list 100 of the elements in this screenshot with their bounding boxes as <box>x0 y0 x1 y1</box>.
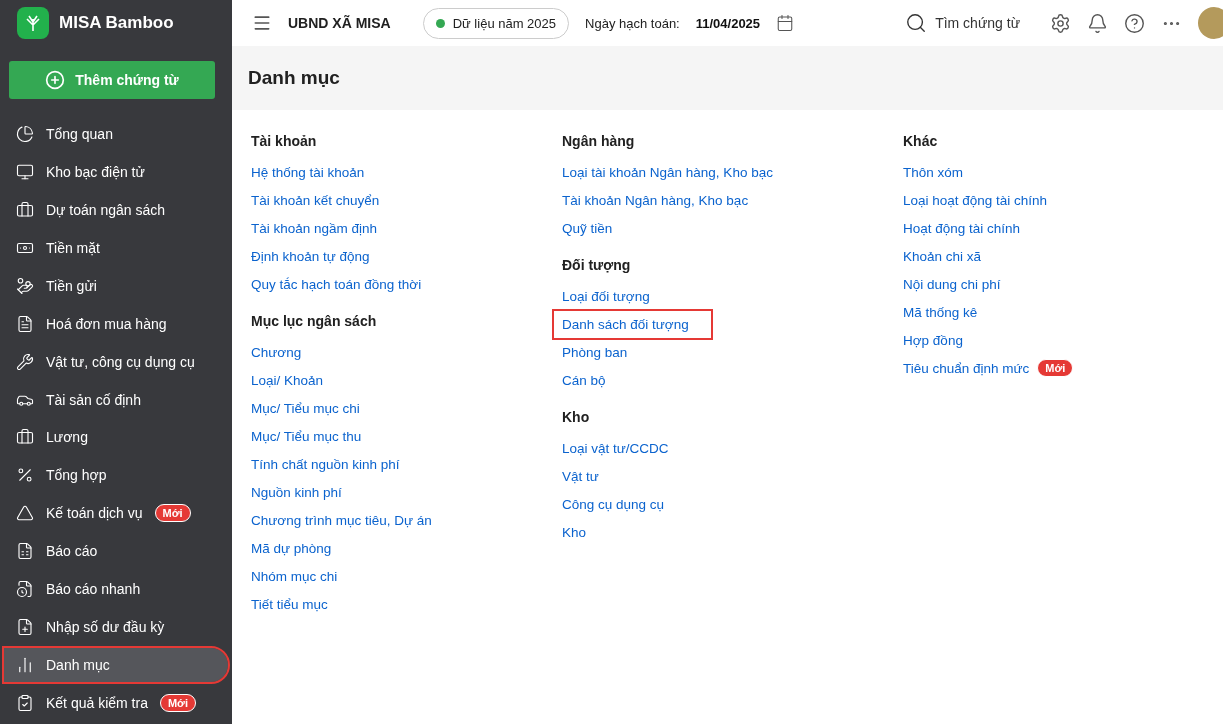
new-badge: Mới <box>159 694 196 713</box>
section-heading: Khác <box>903 132 939 151</box>
catalog-link[interactable]: Vật tư <box>562 464 599 488</box>
sidebar-item[interactable]: Hoá đơn mua hàng <box>4 306 228 341</box>
menu-item-icon <box>16 352 34 371</box>
catalog-link[interactable]: Mã thống kê <box>903 300 978 324</box>
menu-item-icon <box>16 504 34 523</box>
catalog-link[interactable]: Kho <box>562 520 587 544</box>
sidebar-item[interactable]: Tiền gửi <box>4 268 228 303</box>
catalog-link[interactable]: Loại vật tư/CCDC <box>562 436 669 460</box>
menu-item-icon <box>16 314 34 333</box>
sidebar-item-label: Kế toán dịch vụ <box>46 505 143 522</box>
sidebar-item-label: Tài sản cố định <box>46 391 141 408</box>
catalog-link[interactable]: Tài khoản kết chuyển <box>251 188 380 212</box>
sidebar-item-label: Kho bạc điện tử <box>46 163 145 180</box>
menu-item-icon <box>16 162 34 181</box>
sidebar-item[interactable]: Tổng quan <box>4 116 228 151</box>
catalog-link[interactable]: Loại tài khoản Ngân hàng, Kho bạc <box>562 160 773 184</box>
catalog-link[interactable]: Danh sách đối tượng <box>554 310 711 338</box>
menu-item-icon <box>16 618 34 637</box>
sidebar-item-label: Vật tư, công cụ dụng cụ <box>46 353 195 370</box>
catalog-link[interactable]: Mục/ Tiểu mục thu <box>251 424 362 448</box>
section-heading: Đối tượng <box>562 256 632 275</box>
sidebar-item-label: Tiền gửi <box>46 277 97 294</box>
catalog-link[interactable]: Công cụ dụng cụ <box>562 492 665 516</box>
menu-item-icon <box>16 656 34 675</box>
sidebar-item-label: Dự toán ngân sách <box>46 201 166 218</box>
catalog-link[interactable]: Nguồn kinh phí <box>251 480 342 504</box>
catalog-link[interactable]: Phòng ban <box>562 340 628 364</box>
sidebar-item-label: Tiền mặt <box>46 239 100 256</box>
posting-date[interactable]: 11/04/2025 <box>695 15 761 31</box>
add-voucher-button[interactable]: Thêm chứng từ <box>9 60 215 99</box>
catalog-link[interactable]: Định khoản tự động <box>251 244 370 268</box>
new-badge: Mới <box>1037 359 1074 377</box>
sidebar-item[interactable]: Vật tư, công cụ dụng cụ <box>4 344 228 379</box>
catalog-link[interactable]: Hợp đồng <box>903 328 963 352</box>
catalog-link[interactable]: Chương <box>251 340 302 364</box>
sidebar-item-label: Hoá đơn mua hàng <box>46 315 167 332</box>
sidebar-item-label: Lương <box>46 429 88 446</box>
sidebar-item[interactable]: Kế toán dịch vụ Mới <box>4 496 228 531</box>
search-field[interactable]: Tìm chứng từ <box>905 12 1020 34</box>
section-heading: Tài khoản <box>251 132 318 151</box>
notification-bell-icon[interactable] <box>1087 12 1108 34</box>
sidebar-item[interactable]: Báo cáo nhanh <box>4 572 228 607</box>
catalog-link[interactable]: Nội dung chi phí <box>903 272 1001 296</box>
menu-item-icon <box>16 694 34 713</box>
catalog-link[interactable]: Loại đối tượng <box>562 284 650 308</box>
bamboo-logo-icon <box>17 6 49 39</box>
catalog-link[interactable]: Khoản chi xã <box>903 244 982 268</box>
catalog-link[interactable]: Chương trình mục tiêu, Dự án <box>251 508 432 532</box>
catalog-link[interactable]: Tài khoản Ngân hàng, Kho bạc <box>562 188 749 212</box>
sidebar-item-label: Tổng hợp <box>46 467 107 484</box>
sidebar-item-label: Tổng quan <box>46 125 113 142</box>
sidebar-item[interactable]: Dự toán ngân sách <box>4 192 228 227</box>
catalog-link[interactable]: Tài khoản ngầm định <box>251 216 378 240</box>
menu-item-icon <box>16 428 34 447</box>
page-title: Danh mục <box>248 67 340 89</box>
sidebar-item-label: Danh mục <box>46 657 110 674</box>
organization-name: UBND XÃ MISA <box>288 15 391 31</box>
catalog-link[interactable]: Mục/ Tiểu mục chi <box>251 396 360 420</box>
app-name: MISA Bamboo <box>59 12 174 33</box>
catalog-link[interactable]: Tính chất nguồn kinh phí <box>251 452 400 476</box>
catalog-link[interactable]: Quy tắc hạch toán đồng thời <box>251 272 422 296</box>
sidebar-item[interactable]: Tiền mặt <box>4 230 228 265</box>
catalog-link[interactable]: Tiêu chuẩn định mức <box>903 356 1030 380</box>
section-heading: Kho <box>562 408 591 427</box>
plus-circle-icon <box>45 69 66 90</box>
new-badge: Mới <box>154 504 191 523</box>
catalog-link[interactable]: Tiết tiểu mục <box>251 592 328 616</box>
catalog-link[interactable]: Thôn xóm <box>903 160 964 184</box>
menu-item-icon <box>16 542 34 561</box>
calendar-icon[interactable] <box>776 14 795 32</box>
sidebar-item[interactable]: Nhập số dư đầu kỳ <box>4 610 228 645</box>
help-icon[interactable] <box>1124 12 1145 34</box>
sidebar-item[interactable]: Tổng hợp <box>4 458 228 493</box>
sidebar-item[interactable]: Danh mục <box>4 648 228 683</box>
menu-button[interactable] <box>252 13 272 33</box>
catalog-link[interactable]: Cán bộ <box>562 368 606 392</box>
sidebar-item[interactable]: Báo cáo <box>4 534 228 569</box>
settings-icon[interactable] <box>1050 12 1071 34</box>
catalog-link[interactable]: Loại hoạt động tài chính <box>903 188 1048 212</box>
menu-item-icon <box>16 466 34 485</box>
sidebar-item[interactable]: Kho bạc điện tử <box>4 154 228 189</box>
sidebar-item[interactable]: Kết quả kiểm tra Mới <box>4 686 228 721</box>
sidebar-item[interactable]: Lương <box>4 420 228 455</box>
sidebar-item-label: Nhập số dư đầu kỳ <box>46 619 165 636</box>
catalog-link[interactable]: Nhóm mục chi <box>251 564 338 588</box>
catalog-link[interactable]: Loại/ Khoản <box>251 368 324 392</box>
avatar[interactable] <box>1198 7 1223 39</box>
menu-item-icon <box>16 276 34 295</box>
catalog-link[interactable]: Hệ thống tài khoản <box>251 160 365 184</box>
search-icon <box>905 12 928 34</box>
catalog-link[interactable]: Hoạt động tài chính <box>903 216 1021 240</box>
sidebar-item-label: Báo cáo <box>46 543 98 560</box>
catalog-link[interactable]: Mã dự phòng <box>251 536 332 560</box>
menu-item-icon <box>16 200 34 219</box>
sidebar-item[interactable]: Tài sản cố định <box>4 382 228 417</box>
catalog-link[interactable]: Quỹ tiền <box>562 216 613 240</box>
section-heading: Ngân hàng <box>562 132 636 151</box>
posting-date-label: Ngày hạch toán: <box>585 15 680 31</box>
